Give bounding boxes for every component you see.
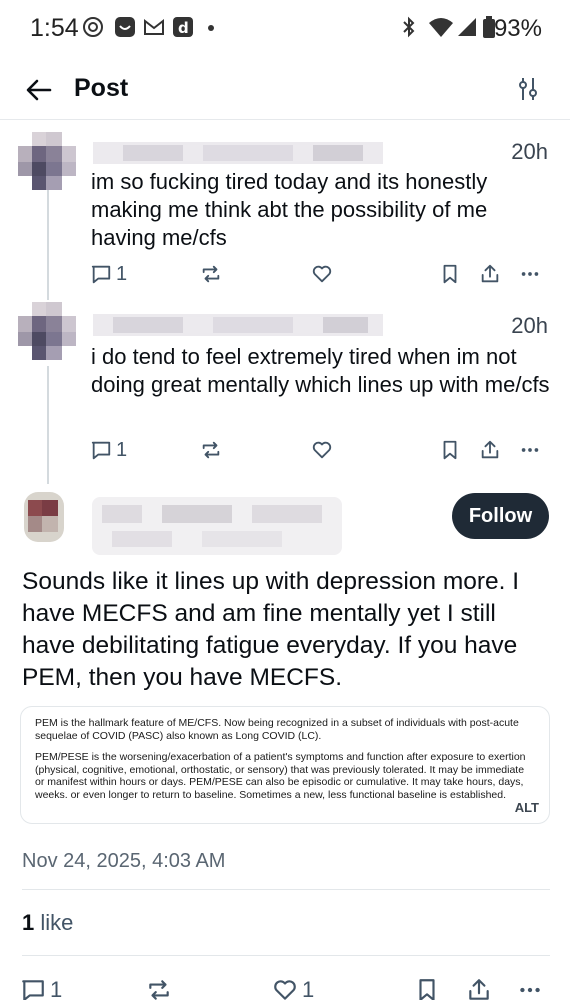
reply-count: 1 bbox=[50, 977, 63, 1000]
like-button[interactable]: 1 bbox=[272, 975, 314, 1000]
reply-count: 1 bbox=[116, 262, 128, 285]
share-icon bbox=[481, 264, 499, 283]
avatar[interactable] bbox=[16, 132, 78, 194]
battery-percent: 93% bbox=[493, 15, 542, 42]
main-post-text: Sounds like it lines up with depression … bbox=[22, 568, 520, 691]
like-count: 1 bbox=[302, 977, 315, 1000]
post-text: i do tend to feel extremely tired when i… bbox=[91, 344, 550, 397]
username-blurred[interactable] bbox=[92, 497, 342, 555]
bookmark-icon bbox=[443, 440, 457, 460]
svg-text:d: d bbox=[178, 19, 189, 37]
reply-icon bbox=[91, 265, 111, 284]
reply-button[interactable]: 1 bbox=[90, 435, 127, 465]
repost-icon bbox=[149, 980, 169, 1000]
bookmark-icon bbox=[443, 264, 457, 284]
post-text: im so fucking tired today and its honest… bbox=[91, 169, 488, 250]
gmail-icon bbox=[144, 18, 164, 35]
post-time: 20h bbox=[511, 139, 548, 164]
repost-icon bbox=[202, 441, 220, 459]
like-count: 1 bbox=[22, 910, 35, 935]
repost-icon bbox=[202, 265, 220, 283]
like-button[interactable] bbox=[311, 435, 333, 465]
follow-button[interactable]: Follow bbox=[452, 493, 549, 539]
bookmark-button[interactable] bbox=[439, 435, 461, 465]
post-image[interactable]: PEM is the hallmark feature of ME/CFS. N… bbox=[20, 706, 550, 824]
avatar[interactable] bbox=[18, 488, 76, 546]
image-text-paragraph: PEM is the hallmark feature of ME/CFS. N… bbox=[35, 717, 519, 742]
main-post-actions: 1 1 bbox=[20, 975, 550, 1000]
reply-button[interactable]: 1 bbox=[90, 259, 127, 289]
more-dots-icon bbox=[520, 987, 540, 993]
reply-button[interactable]: 1 bbox=[20, 975, 62, 1000]
like-word: like bbox=[40, 910, 74, 935]
heart-icon bbox=[274, 980, 296, 1000]
post-time: 20h bbox=[511, 313, 548, 338]
bookmark-button[interactable] bbox=[414, 975, 440, 1000]
bluetooth-icon bbox=[403, 16, 415, 38]
post-actions: 1 bbox=[90, 435, 550, 465]
bookmark-icon bbox=[419, 979, 435, 1000]
like-button[interactable] bbox=[311, 259, 333, 289]
image-text-paragraph: PEM/PESE is the worsening/exacerbation o… bbox=[35, 751, 526, 801]
divider bbox=[22, 889, 550, 890]
back-arrow-icon[interactable] bbox=[24, 75, 54, 105]
page-title: Post bbox=[74, 74, 129, 102]
more-options-button[interactable] bbox=[517, 975, 543, 1000]
avatar[interactable] bbox=[16, 302, 78, 364]
more-dots-icon bbox=[521, 448, 539, 452]
reply-icon bbox=[22, 980, 44, 1000]
top-bar: Post bbox=[0, 60, 570, 120]
share-button[interactable] bbox=[479, 259, 501, 289]
post-timestamp: Nov 24, 2025, 4:03 AM bbox=[22, 850, 226, 872]
dot-icon bbox=[208, 25, 214, 31]
more-options-button[interactable] bbox=[519, 259, 541, 289]
heart-icon bbox=[312, 265, 332, 283]
status-time: 1:54 bbox=[30, 14, 79, 42]
reply-icon bbox=[91, 441, 111, 460]
repost-button[interactable] bbox=[200, 435, 222, 465]
signal-icon bbox=[458, 18, 476, 36]
wifi-icon bbox=[429, 18, 453, 37]
username-blurred[interactable] bbox=[93, 314, 383, 336]
status-bar: 1:54 d 93% bbox=[0, 0, 570, 60]
repost-button[interactable] bbox=[200, 259, 222, 289]
threads-icon bbox=[83, 17, 103, 37]
like-count-link[interactable]: 1 like bbox=[22, 910, 73, 936]
share-icon bbox=[481, 440, 499, 459]
app-face-icon bbox=[115, 17, 135, 37]
divider bbox=[22, 955, 550, 956]
share-icon bbox=[469, 979, 489, 1000]
share-button[interactable] bbox=[479, 435, 501, 465]
post-actions: 1 bbox=[90, 259, 550, 289]
share-button[interactable] bbox=[466, 975, 492, 1000]
repost-button[interactable] bbox=[146, 975, 172, 1000]
d-app-icon: d bbox=[173, 17, 193, 37]
sort-options-icon[interactable] bbox=[516, 76, 540, 102]
more-options-button[interactable] bbox=[519, 435, 541, 465]
thread-post-1[interactable]: 20h im so fucking tired today and its ho… bbox=[0, 130, 570, 300]
bookmark-button[interactable] bbox=[439, 259, 461, 289]
alt-text-badge[interactable]: ALT bbox=[515, 800, 539, 815]
username-blurred[interactable] bbox=[93, 142, 383, 164]
thread-post-2[interactable]: 20h i do tend to feel extremely tired wh… bbox=[0, 298, 570, 478]
reply-count: 1 bbox=[116, 438, 128, 461]
heart-icon bbox=[312, 441, 332, 459]
more-dots-icon bbox=[521, 272, 539, 276]
